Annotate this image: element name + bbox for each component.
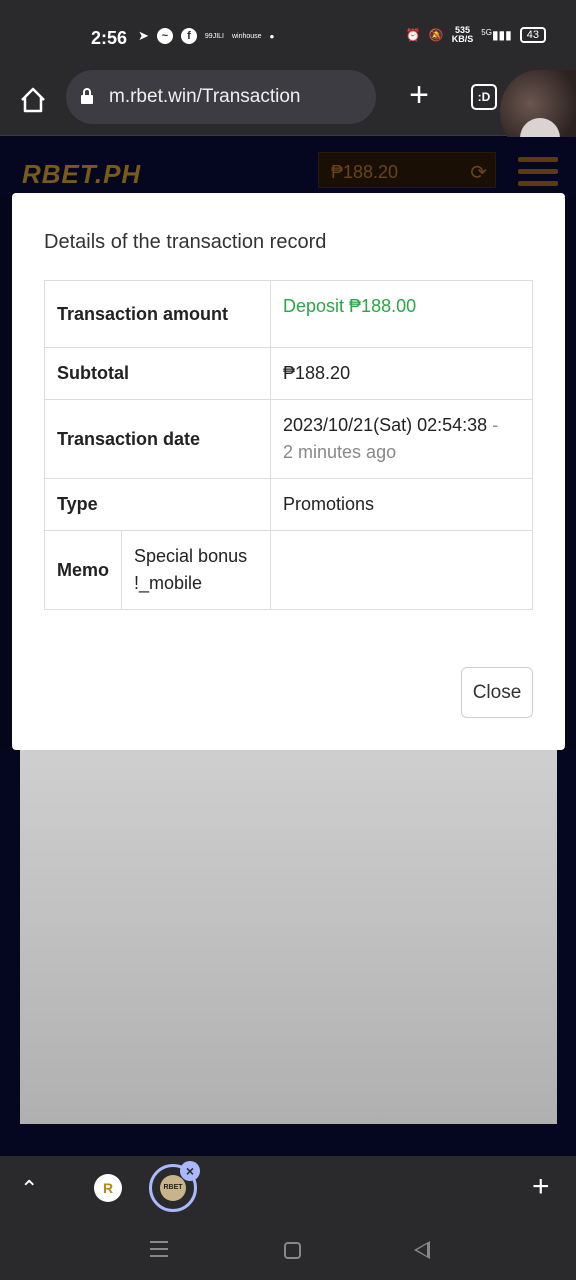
app-notification-icon-2: winhouse [231, 32, 262, 40]
network-type: 5G [481, 28, 492, 37]
battery-icon: 43 [519, 27, 546, 43]
system-navigation-bar [0, 1221, 576, 1280]
page-right-edge [557, 750, 576, 1150]
table-row: Memo Special bonus !_mobile [43, 530, 533, 610]
site-header: RBET.PH ₱188.20 ⟳ [0, 137, 576, 197]
transaction-details-table: Transaction amount Deposit ₱188.00 Subto… [43, 280, 533, 610]
site-logo[interactable]: RBET.PH [22, 159, 141, 190]
speed-unit: KB/S [451, 34, 474, 44]
home-icon[interactable] [18, 85, 48, 115]
mute-icon: 🔕 [428, 28, 444, 42]
back-nav-icon[interactable] [414, 1241, 430, 1259]
notification-icons: ➤ ~ f 99JILI winhouse • [138, 28, 274, 44]
page-content-dimmed [20, 750, 557, 1124]
transaction-details-modal: Details of the transaction record Transa… [12, 193, 565, 750]
table-row: Transaction date 2023/10/21(Sat) 02:54:3… [43, 399, 533, 479]
app-notification-icon: 99JILI [204, 32, 224, 40]
recent-apps-icon[interactable] [150, 1241, 168, 1262]
subtotal-value: ₱188.20 [270, 347, 533, 400]
memo-label: Memo [43, 530, 123, 610]
transaction-amount-label: Transaction amount [43, 280, 272, 348]
telegram-icon: ➤ [138, 28, 149, 43]
subtotal-label: Subtotal [43, 347, 272, 400]
transaction-amount-value: Deposit ₱188.00 [270, 280, 533, 348]
tab-switcher-button[interactable]: :D [471, 84, 497, 110]
home-nav-icon[interactable] [284, 1242, 301, 1259]
transaction-date-cell: 2023/10/21(Sat) 02:54:38 - 2 minutes ago [270, 399, 533, 479]
tab-favicon-1[interactable]: R [94, 1174, 122, 1202]
type-label: Type [43, 478, 272, 531]
signal-icon: 5G▮▮▮ [481, 28, 512, 42]
transaction-date-relative: 2 minutes ago [283, 442, 397, 462]
add-tab-icon[interactable]: + [532, 1172, 550, 1202]
address-bar[interactable]: m.rbet.win/Transaction [66, 70, 376, 124]
status-bar: 2:56 ➤ ~ f 99JILI winhouse • ⏰ 🔕 535 KB/… [0, 0, 576, 70]
table-row: Transaction amount Deposit ₱188.00 [43, 280, 533, 348]
network-speed: 535 KB/S [452, 26, 474, 44]
transaction-date-label: Transaction date [43, 399, 272, 479]
page-left-edge [0, 750, 20, 1150]
tab-favicon-label: RBET [160, 1175, 186, 1201]
table-row: Type Promotions [43, 478, 533, 531]
browser-tab-strip: ⌃ R RBET × + [0, 1156, 576, 1221]
url-text: m.rbet.win/Transaction [109, 86, 301, 107]
more-dot-icon: • [269, 28, 275, 44]
status-time: 2:56 [91, 28, 128, 48]
close-tab-icon[interactable]: × [180, 1161, 200, 1181]
alarm-icon: ⏰ [405, 28, 421, 42]
balance-amount: ₱188.20 [331, 162, 399, 182]
memo-value [270, 530, 533, 610]
facebook-icon: f [180, 28, 197, 44]
close-button[interactable]: Close [461, 667, 533, 718]
refresh-icon[interactable]: ⟳ [470, 160, 487, 185]
lock-icon [80, 88, 94, 104]
transaction-date-value: 2023/10/21(Sat) 02:54:38 [283, 415, 488, 435]
modal-title: Details of the transaction record [44, 231, 327, 253]
chevron-up-icon[interactable]: ⌃ [20, 1176, 38, 1202]
balance-box: ₱188.20 ⟳ [318, 152, 496, 188]
messenger-icon: ~ [156, 28, 173, 44]
table-row: Subtotal ₱188.20 [43, 347, 533, 400]
hamburger-menu-icon[interactable] [518, 157, 558, 193]
system-icons: ⏰ 🔕 535 KB/S 5G▮▮▮ 43 [406, 26, 546, 44]
type-value: Promotions [270, 478, 533, 531]
browser-toolbar: m.rbet.win/Transaction + :D [0, 70, 576, 154]
date-separator: - [487, 415, 499, 435]
page-footer-area [0, 1124, 576, 1156]
new-tab-plus-icon[interactable]: + [405, 78, 433, 112]
memo-sub-label: Special bonus !_mobile [121, 530, 272, 610]
